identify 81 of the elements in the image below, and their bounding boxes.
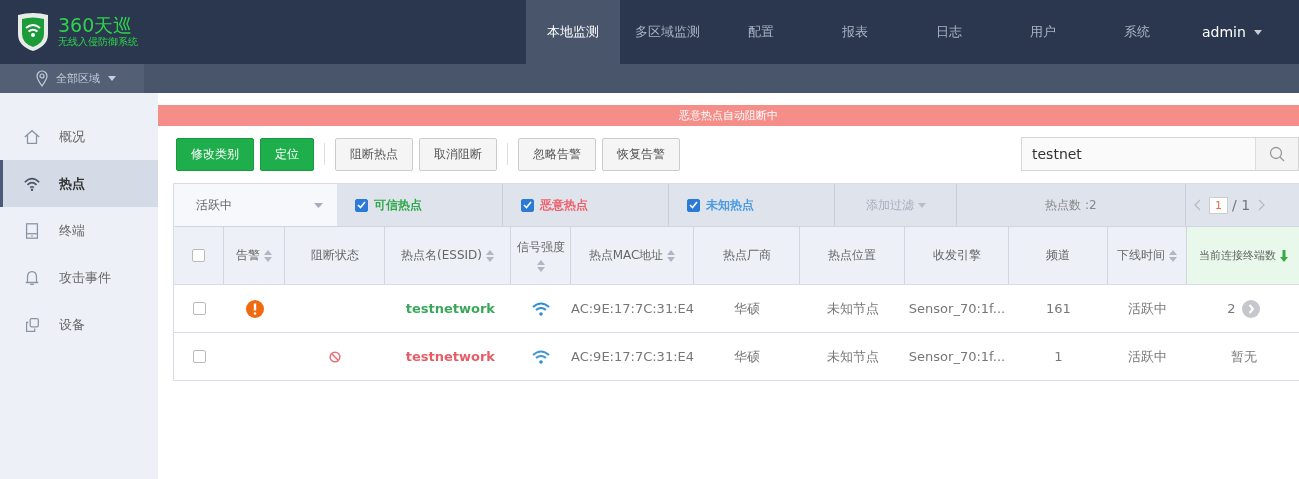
checkbox[interactable]	[192, 350, 206, 363]
column-header[interactable]: 阻断状态	[285, 226, 385, 284]
column-header[interactable]: 热点MAC地址	[571, 226, 694, 284]
table-cell: testnetwork	[405, 301, 495, 316]
caret-icon[interactable]	[108, 76, 116, 81]
bell-icon	[23, 268, 41, 287]
shield-logo-icon	[16, 12, 50, 52]
search-field[interactable]: testnet	[1021, 137, 1299, 171]
page-number-field[interactable]: 1	[1209, 196, 1228, 214]
copy-icon	[23, 315, 41, 334]
table-cell: 华硕	[734, 299, 760, 318]
sidebar-item[interactable]: 热点	[0, 160, 158, 207]
region-selector[interactable]: 全部区域	[56, 71, 100, 86]
sort-down-icon[interactable]	[1279, 249, 1288, 262]
nav-tab[interactable]: 报表	[808, 0, 902, 64]
column-header[interactable]: 收发引擎	[905, 226, 1009, 284]
column-header[interactable]: 频道	[1009, 226, 1108, 284]
table-cell: 活跃中	[1128, 347, 1167, 366]
nav-tab[interactable]: 用户	[996, 0, 1090, 64]
column-header[interactable]: 热点名(ESSID)	[385, 226, 511, 284]
toolbar-button[interactable]: 阻断热点	[335, 137, 413, 171]
next-page-icon[interactable]	[1258, 199, 1266, 211]
checkbox[interactable]	[521, 198, 534, 212]
checkbox[interactable]	[687, 198, 700, 212]
toolbar-button[interactable]: 恢复告警	[602, 137, 680, 171]
page-total: / 1	[1232, 197, 1251, 213]
nav-tab[interactable]: 日志	[902, 0, 996, 64]
table-cell: 华硕	[734, 347, 760, 366]
column-header[interactable]: 下线时间	[1108, 226, 1187, 284]
chevron-right-icon[interactable]	[1241, 299, 1260, 318]
user-menu[interactable]: admin	[1202, 24, 1246, 40]
sort-icon[interactable]	[486, 249, 494, 262]
table-cell: Sensor_70:1f...	[908, 349, 1006, 364]
table-cell: 活跃中	[1128, 299, 1167, 318]
caret-icon[interactable]	[1253, 29, 1262, 35]
table-cell: AC:9E:17:7C:31:E4	[571, 301, 695, 316]
brand-name: 360天巡	[58, 15, 134, 35]
device-icon	[23, 221, 41, 240]
column-header[interactable]: 告警	[224, 226, 285, 284]
table-cell: 未知节点	[826, 347, 879, 366]
column-header[interactable]: 热点厂商	[694, 226, 800, 284]
column-header[interactable]: 热点位置	[800, 226, 905, 284]
sidebar-item[interactable]: 攻击事件	[0, 254, 158, 301]
wifi-signal-icon	[531, 300, 551, 317]
nav-tab[interactable]: 多区域监测	[620, 0, 714, 64]
sort-icon[interactable]	[1169, 249, 1177, 262]
hotspot-count: 热点数 :2	[1045, 196, 1097, 214]
table-cell: 1	[1054, 349, 1063, 364]
table-cell: 暂无	[1230, 347, 1257, 366]
location-pin-icon	[36, 70, 48, 87]
nav-tab[interactable]: 本地监测	[526, 0, 620, 64]
search-icon[interactable]	[1269, 146, 1285, 162]
toolbar-button[interactable]: 取消阻断	[419, 137, 497, 171]
table-cell: 161	[1046, 301, 1071, 316]
wifi-signal-icon	[531, 348, 551, 365]
checkbox[interactable]	[192, 249, 205, 262]
sidebar-item[interactable]: 设备	[0, 301, 158, 348]
table-cell: 2	[1227, 301, 1236, 316]
table-cell: Sensor_70:1f...	[908, 301, 1006, 316]
checkbox[interactable]	[355, 198, 368, 212]
status-dropdown[interactable]: 活跃中	[174, 184, 337, 226]
sort-icon[interactable]	[264, 249, 272, 262]
sidebar-item[interactable]: 概况	[0, 113, 158, 160]
table-cell: AC:9E:17:7C:31:E4	[571, 349, 695, 364]
alert-banner: 恶意热点自动阻断中	[158, 105, 1299, 126]
brand-subtitle: 无线入侵防御系统	[58, 35, 138, 49]
checkbox[interactable]	[192, 302, 206, 315]
previous-page-icon[interactable]	[1194, 199, 1201, 211]
toolbar-button[interactable]: 忽略告警	[518, 137, 596, 171]
nav-tab[interactable]: 系统	[1090, 0, 1184, 64]
column-header[interactable]: 信号强度	[511, 226, 571, 284]
sidebar-item[interactable]: 终端	[0, 207, 158, 254]
nav-tab[interactable]: 配置	[714, 0, 808, 64]
table-cell: testnetwork	[405, 349, 495, 364]
column-header[interactable]: 当前连接终端数	[1187, 226, 1299, 284]
toolbar-button[interactable]: 修改类别	[176, 137, 254, 171]
sort-icon[interactable]	[536, 260, 545, 272]
table-cell: 未知节点	[826, 299, 879, 318]
home-icon	[23, 127, 41, 146]
sort-icon[interactable]	[667, 249, 676, 262]
toolbar-button[interactable]: 定位	[260, 137, 314, 171]
